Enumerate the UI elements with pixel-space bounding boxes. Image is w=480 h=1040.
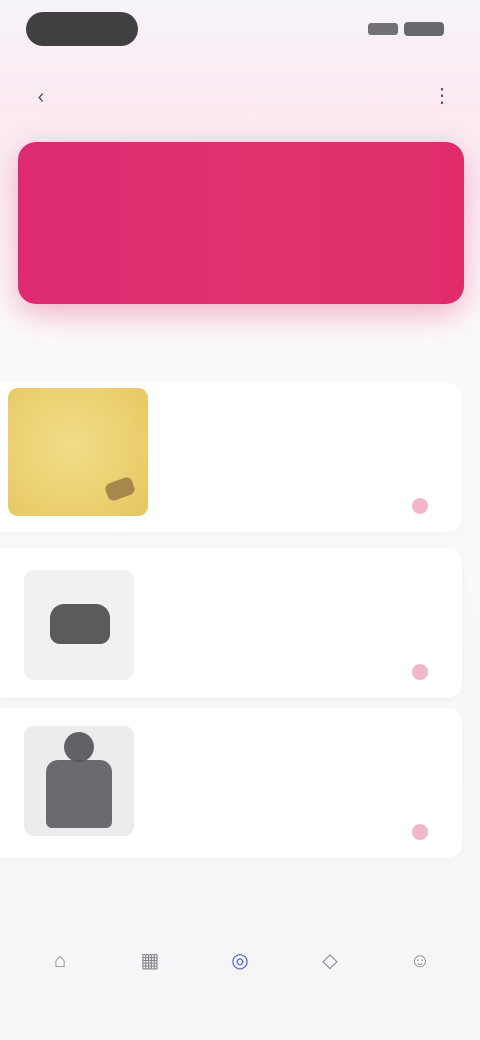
- list-item[interactable]: [0, 548, 480, 698]
- heart-icon: [412, 664, 428, 680]
- status-bar: [0, 0, 480, 60]
- heart-icon: [412, 498, 428, 514]
- app-screen: ‹ ⋮ ⌂ ▦ ◎ ◇ ☺: [0, 0, 480, 1040]
- grid-icon: ▦: [140, 950, 160, 972]
- user-icon: ☺: [409, 950, 431, 972]
- tab-profile[interactable]: ☺: [380, 946, 460, 1016]
- tab-categories[interactable]: ▦: [110, 946, 190, 1016]
- list-item[interactable]: [0, 382, 480, 532]
- chevron-left-icon[interactable]: ‹: [30, 86, 52, 108]
- compass-icon: ◎: [231, 950, 249, 972]
- item-action-button[interactable]: [412, 498, 434, 514]
- more-icon[interactable]: ⋮: [430, 84, 454, 108]
- top-bar: ‹ ⋮: [0, 78, 480, 118]
- bag-icon: ◇: [322, 950, 338, 972]
- tab-home[interactable]: ⌂: [20, 946, 100, 1016]
- heart-icon: [412, 824, 428, 840]
- bottom-tab-bar: ⌂ ▦ ◎ ◇ ☺: [0, 930, 480, 1040]
- tab-cart[interactable]: ◇: [290, 946, 370, 1016]
- dynamic-island: [26, 12, 138, 46]
- home-icon: ⌂: [53, 950, 67, 972]
- battery-icon: [404, 22, 444, 36]
- item-thumbnail: [24, 570, 134, 680]
- item-action-button[interactable]: [412, 664, 434, 680]
- item-thumbnail: [24, 726, 134, 836]
- status-indicators: [354, 20, 444, 38]
- hero-banner[interactable]: [18, 142, 464, 304]
- item-action-button[interactable]: [412, 824, 434, 840]
- list-item[interactable]: [0, 708, 480, 858]
- tab-discover[interactable]: ◎: [200, 946, 280, 1016]
- signal-icon: [368, 23, 398, 35]
- item-thumbnail: [8, 388, 148, 516]
